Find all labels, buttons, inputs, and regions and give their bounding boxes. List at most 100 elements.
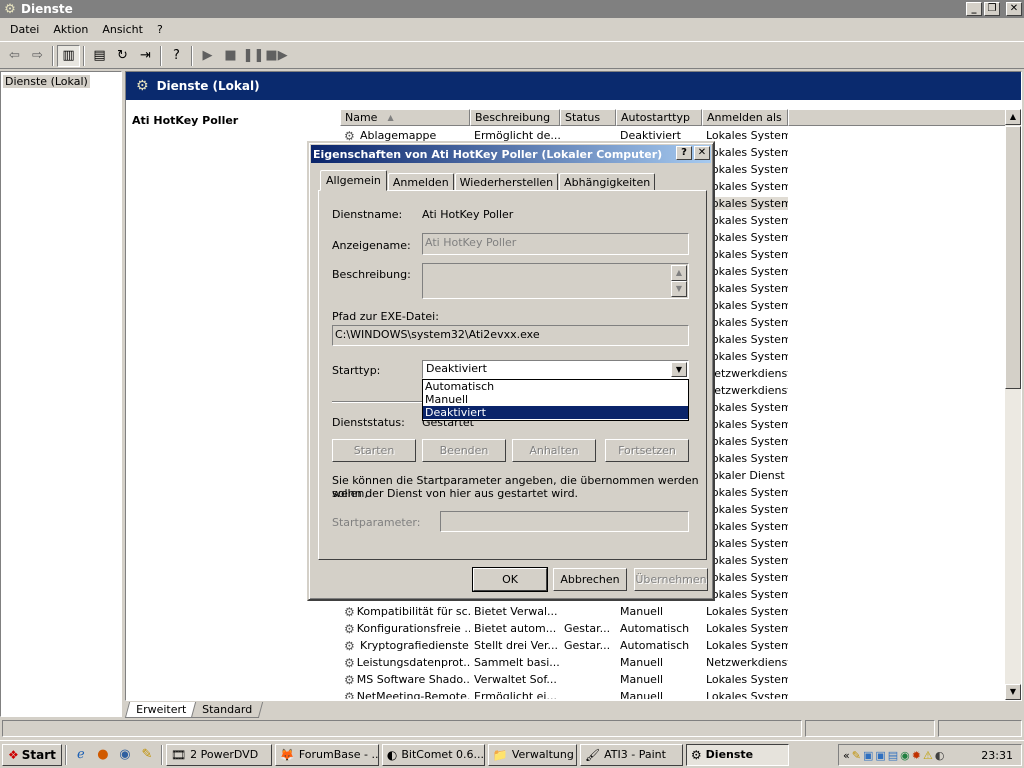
exe-path-field[interactable]: C:\WINDOWS\system32\Ati2evxx.exe <box>332 325 689 346</box>
maximize-button[interactable]: ❐ <box>984 2 1000 16</box>
option-automatisch[interactable]: Automatisch <box>423 380 688 393</box>
scroll-up-button[interactable]: ▲ <box>671 265 687 281</box>
statusbar <box>0 719 1024 739</box>
help-icon[interactable]: ? <box>165 45 188 67</box>
forward-arrow-icon[interactable]: ⇨ <box>26 45 49 67</box>
services-gear-icon: ⚙ <box>136 78 149 94</box>
table-row[interactable]: ⚙ Kompatibilität für sc... Bietet Verwal..… <box>340 603 1007 620</box>
ok-button[interactable]: OK <box>472 567 548 592</box>
dialog-titlebar[interactable]: Eigenschaften von Ati HotKey Poller (Lok… <box>311 145 711 163</box>
dialog-close-button[interactable]: ✕ <box>694 146 710 160</box>
service-name-value: Ati HotKey Poller <box>422 208 514 221</box>
stop-service-button[interactable]: Beenden <box>422 439 506 462</box>
chevron-down-icon[interactable]: ▼ <box>671 362 687 377</box>
firefox-icon[interactable]: ● <box>92 744 114 766</box>
column-header-description[interactable]: Beschreibung <box>470 109 560 126</box>
description-field[interactable]: ▲ ▼ <box>422 263 689 299</box>
tray-network-icon[interactable]: ▣ <box>875 749 885 762</box>
start-button[interactable]: ❖ Start <box>2 743 62 766</box>
window-titlebar[interactable]: ⚙ Dienste _ ❐ ✕ <box>0 0 1024 18</box>
cell-text: Lokales System <box>706 231 788 244</box>
table-row[interactable]: ⚙ Kryptografiedienste Stellt drei Ver... Ge… <box>340 637 1007 654</box>
tree-pane[interactable]: ⚙ Dienste (Lokal) <box>0 71 122 717</box>
tab-allgemein[interactable]: Allgemein <box>320 170 387 191</box>
tray-pen-icon[interactable]: ✎ <box>852 749 861 762</box>
ie-icon[interactable]: ℯ <box>70 744 92 766</box>
column-header-name[interactable]: Name ▲ <box>340 109 470 126</box>
cell-text: Lokales System <box>706 690 788 699</box>
cell-desc: Bietet Verwal... <box>470 605 560 618</box>
cancel-button[interactable]: Abbrechen <box>553 568 627 591</box>
misc-icon[interactable]: ✎ <box>136 744 158 766</box>
display-name-field[interactable]: Ati HotKey Poller <box>422 233 689 255</box>
tab-wiederherstellen[interactable]: Wiederherstellen <box>454 173 559 191</box>
option-manuell[interactable]: Manuell <box>423 393 688 406</box>
apply-button[interactable]: Übernehmen <box>634 568 708 591</box>
properties-icon[interactable]: ▤ <box>88 45 111 67</box>
pause-service-button[interactable]: Anhalten <box>512 439 596 462</box>
resume-service-button[interactable]: Fortsetzen <box>605 439 689 462</box>
menu-datei[interactable]: Datei <box>3 21 46 38</box>
taskbar-separator <box>64 744 67 765</box>
cell-text: Sammelt basi... <box>474 656 560 669</box>
tray-globe-icon[interactable]: ◉ <box>900 749 910 762</box>
scroll-up-button[interactable]: ▲ <box>1005 109 1021 125</box>
tray-ati-icon[interactable]: ✹ <box>912 749 921 762</box>
column-header-starttype[interactable]: Autostarttyp <box>616 109 702 126</box>
play-icon[interactable]: ▶ <box>196 45 219 67</box>
menu-ansicht[interactable]: Ansicht <box>95 21 150 38</box>
cell-text: Manuell <box>620 690 664 699</box>
restart-icon[interactable]: ■▶ <box>265 45 288 67</box>
menu-aktion[interactable]: Aktion <box>46 21 95 38</box>
close-button[interactable]: ✕ <box>1006 2 1022 16</box>
refresh-icon[interactable]: ↻ <box>111 45 134 67</box>
table-row[interactable]: ⚙ Konfigurationsfreie ... Bietet autom... G… <box>340 620 1007 637</box>
start-service-button[interactable]: Starten <box>332 439 416 462</box>
stop-icon[interactable]: ■ <box>219 45 242 67</box>
starttype-combobox[interactable]: Deaktiviert ▼ <box>422 360 689 379</box>
scroll-thumb[interactable] <box>1005 126 1021 389</box>
dialog-help-button[interactable]: ? <box>676 146 692 160</box>
service-gear-icon: ⚙ <box>344 604 355 619</box>
vertical-scrollbar[interactable]: ▲ ▼ <box>1005 109 1021 700</box>
table-row[interactable]: ⚙ NetMeeting-Remote... Ermöglicht ei... Man… <box>340 688 1007 700</box>
taskbar-button[interactable]: 🎞 2 PowerDVD <box>165 743 272 766</box>
taskbar-button[interactable]: 📁 Verwaltung <box>487 743 577 766</box>
table-row[interactable]: ⚙ MS Software Shado... Verwaltet Sof... Man… <box>340 671 1007 688</box>
tray-warning-icon[interactable]: ⚠ <box>923 749 933 762</box>
tray-network-icon[interactable]: ▣ <box>863 749 873 762</box>
tray-expand-icon[interactable]: « <box>843 749 850 762</box>
tab-standard[interactable]: Standard <box>191 702 264 718</box>
list-header: Name ▲ Beschreibung Status Autostarttyp A… <box>340 109 1007 126</box>
tree-node-services-local[interactable]: ⚙ Dienste (Lokal) <box>1 72 121 90</box>
starttype-dropdown-list[interactable]: Automatisch Manuell Deaktiviert <box>422 379 689 421</box>
taskbar-button[interactable]: ◐ BitComet 0.6... <box>381 743 485 766</box>
cell-text: Stellt drei Ver... <box>474 639 559 652</box>
start-label: Start <box>21 747 56 762</box>
taskbar-button[interactable]: ⚙ Dienste <box>685 743 789 766</box>
startparam-field[interactable] <box>440 511 689 532</box>
column-header-logon[interactable]: Anmelden als <box>702 109 788 126</box>
column-header-status[interactable]: Status <box>560 109 616 126</box>
tab-anmelden[interactable]: Anmelden <box>387 173 454 191</box>
taskbar-button[interactable]: 🖌 ATI3 - Paint <box>579 743 683 766</box>
taskbar-button[interactable]: 🦊 ForumBase - ... <box>274 743 379 766</box>
pause-icon[interactable]: ❚❚ <box>242 45 265 67</box>
description-scrollbar[interactable]: ▲ ▼ <box>671 265 687 298</box>
scroll-down-button[interactable]: ▼ <box>671 281 687 297</box>
table-row[interactable]: ⚙ Leistungsdatenprot... Sammelt basi... Man… <box>340 654 1007 671</box>
clock[interactable]: 23:31 <box>981 749 1013 762</box>
minimize-button[interactable]: _ <box>966 2 982 16</box>
toolbar: ⇦ ⇨ ▥ ▤ ↻ ⇥ ? ▶ ■ ❚❚ ■▶ <box>0 43 1024 69</box>
show-hide-tree-icon[interactable]: ▥ <box>57 44 80 67</box>
tab-erweitert[interactable]: Erweitert <box>124 702 198 718</box>
option-deaktiviert[interactable]: Deaktiviert <box>423 406 688 419</box>
back-arrow-icon[interactable]: ⇦ <box>3 45 26 67</box>
scroll-down-button[interactable]: ▼ <box>1005 684 1021 700</box>
thunderbird-icon[interactable]: ◉ <box>114 744 136 766</box>
tray-computer-icon[interactable]: ▤ <box>888 749 898 762</box>
export-list-icon[interactable]: ⇥ <box>134 45 157 67</box>
menu-help[interactable]: ? <box>150 21 170 38</box>
tray-volume-icon[interactable]: ◐ <box>935 749 945 762</box>
tab-abhaengigkeiten[interactable]: Abhängigkeiten <box>559 173 656 191</box>
